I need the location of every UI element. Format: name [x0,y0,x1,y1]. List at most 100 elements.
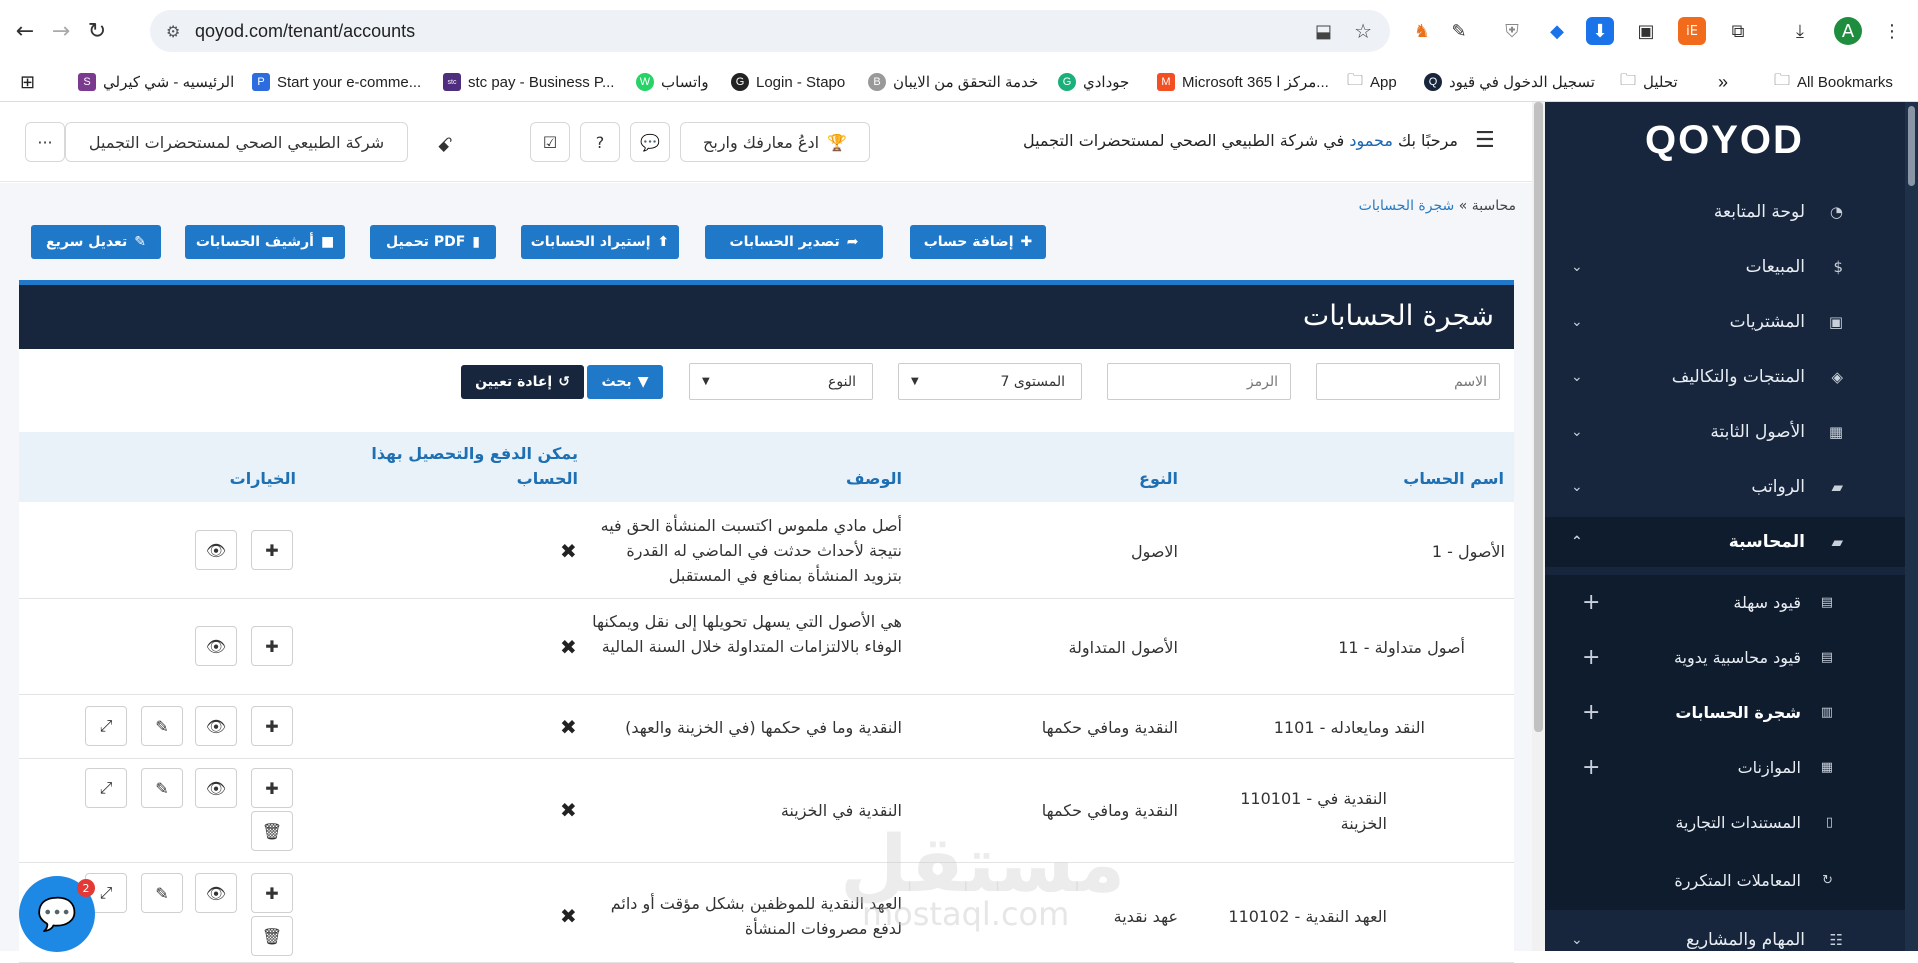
qoyod-logo[interactable]: QOYOD [1645,118,1804,163]
more-button[interactable]: ··· [25,122,65,162]
forward-icon[interactable]: → [44,14,78,48]
account-name[interactable]: 1101 - النقد ومايعادله [1274,715,1425,740]
account-name[interactable]: 110102 - العهد النقدية [1228,904,1387,929]
add-plus-icon[interactable]: + [1582,590,1600,615]
chat-icon[interactable]: 💬 [630,122,670,162]
user-name[interactable]: محمود [1349,131,1393,150]
add-plus-icon[interactable]: + [1582,700,1600,725]
name-filter-input[interactable]: الاسم [1316,363,1500,400]
account-name[interactable]: 11 - أصول متداولة [1338,635,1465,660]
bookmark-item[interactable]: stc stc pay - Business P... [443,70,614,94]
menu-icon[interactable]: ⋮ [1878,17,1906,45]
bookmark-item[interactable]: B خدمة التحقق من الايبان [868,70,1038,94]
puzzle-icon[interactable]: ⧉ [1724,17,1752,45]
view-eye-icon[interactable]: 👁 [195,706,237,746]
scroll-thumb[interactable] [1534,102,1543,732]
code-filter-input[interactable]: الرمز [1107,363,1291,400]
site-info-icon[interactable]: ⚙ [166,22,180,41]
apps-icon[interactable]: ⊞ [20,70,35,94]
edit-pencil-icon[interactable]: ✎ [141,873,183,913]
edit-pencil-icon[interactable]: ✎ [141,706,183,746]
download-ext-icon[interactable]: ⬇ [1586,17,1614,45]
bookmark-folder[interactable]: 🗀 App [1347,70,1397,94]
support-chat-button[interactable]: 💬 2 [19,876,95,952]
level-select[interactable]: المستوى 7 ▼ [898,363,1082,400]
reload-icon[interactable]: ↻ [80,14,114,48]
main-scrollbar[interactable] [1532,102,1545,951]
all-bookmarks[interactable]: 🗀 All Bookmarks [1774,70,1893,94]
expand-icon[interactable]: ⤢ [85,768,127,808]
sidebar-subitem-manual-entries[interactable]: قيود محاسبية يدوية ▤ + [1545,630,1905,685]
sidebar-item-accounting[interactable]: المحاسبة ▰ ⌃ [1545,517,1905,567]
sidebar-item-payroll[interactable]: الرواتب ▰ ⌄ [1545,462,1905,512]
help-icon[interactable]: ? [580,122,620,162]
view-eye-icon[interactable]: 👁 [195,873,237,913]
add-child-button[interactable]: ✚ [251,626,293,666]
sidebar-subitem-commercial-docs[interactable]: المستندات التجارية ▯ [1545,795,1905,850]
add-account-button[interactable]: إضافة حساب ✚ [910,225,1046,259]
view-eye-icon[interactable]: 👁 [195,626,237,666]
add-child-button[interactable]: ✚ [251,530,293,570]
reset-button[interactable]: إعادة تعيين ↺ [461,365,584,399]
sidebar-item-products[interactable]: المنتجات والتكاليف ◈ ⌄ [1545,352,1905,402]
bookmark-item[interactable]: P Start your e-comme... [252,70,421,94]
search-button[interactable]: بحث ▼ [587,365,663,399]
sidebar-item-dashboard[interactable]: لوحة المتابعة ◔ [1545,187,1905,237]
scroll-thumb[interactable] [1908,106,1915,186]
refer-button[interactable]: ادعُ معارفك واربح 🏆 [680,122,870,162]
ie-ext-icon[interactable]: iE [1678,17,1706,45]
account-name[interactable]: 1 - الأصول [1432,539,1505,564]
bookmark-item[interactable]: G جودادي [1058,70,1129,94]
bookmark-item[interactable]: S الرئيسيه - شي كيرلي [78,70,234,94]
sidebar-subitem-simple-entries[interactable]: قيود سهلة ▤ + [1545,575,1905,630]
import-accounts-button[interactable]: إستيراد الحسابات ⬆ [521,225,679,259]
tag-icon[interactable]: ◆ [1543,17,1571,45]
bookmark-item[interactable]: M Microsoft 365 مركز ا... [1157,70,1329,94]
tasks-icon[interactable]: ☑ [530,122,570,162]
star-icon[interactable]: ☆ [1354,19,1372,43]
sidebar-scrollbar[interactable] [1905,102,1918,951]
account-name[interactable]: 110101 - النقدية في الخزينة [1237,786,1387,836]
add-plus-icon[interactable]: + [1582,755,1600,780]
view-eye-icon[interactable]: 👁 [195,530,237,570]
company-selector[interactable]: شركة الطبيعي الصحي لمستحضرات التجميل [65,122,408,162]
sidebar-subitem-chart-of-accounts[interactable]: شجرة الحسابات ▥ + [1545,685,1905,740]
back-icon[interactable]: ← [8,14,42,48]
address-bar[interactable]: ⚙ qoyod.com/tenant/accounts ⬓ ☆ [150,10,1390,52]
archive-accounts-button[interactable]: أرشيف الحسابات ■ [185,225,345,259]
more-bookmarks-icon[interactable]: » [1718,70,1728,94]
breadcrumb-parent[interactable]: محاسبة [1472,198,1516,214]
eyedropper-icon[interactable]: ✎ [1445,17,1473,45]
quick-edit-button[interactable]: تعديل سريع ✎ [31,225,161,259]
view-eye-icon[interactable]: 👁 [195,768,237,808]
add-child-button[interactable]: ✚ [251,706,293,746]
shield-icon[interactable]: ⛨ [1498,17,1526,45]
download-pdf-button[interactable]: تحميل PDF ▮ [370,225,496,259]
install-icon[interactable]: ⬓ [1315,21,1332,42]
bookmark-item[interactable]: W واتساب [636,70,709,94]
hamburger-icon[interactable]: ☰ [1475,128,1495,153]
bookmark-folder[interactable]: 🗀 تحليل [1620,70,1678,94]
add-child-button[interactable]: ✚ [251,768,293,808]
delete-trash-icon[interactable]: 🗑 [251,811,293,851]
sidebar-item-tasks-projects[interactable]: المهام والمشاريع ☷ ⌄ [1545,920,1905,960]
export-accounts-button[interactable]: تصدير الحسابات ➦ [705,225,883,259]
add-child-button[interactable]: ✚ [251,873,293,913]
sidebar-item-fixed-assets[interactable]: الأصول الثابتة ▦ ⌄ [1545,407,1905,457]
sidebar-item-label: لوحة المتابعة [1713,202,1805,222]
delete-trash-icon[interactable]: 🗑 [251,916,293,956]
downloads-icon[interactable]: ⤓ [1786,17,1814,45]
extension-icon[interactable]: ♞ [1408,17,1436,45]
edit-pencil-icon[interactable]: ✎ [141,768,183,808]
sidebar-subitem-recurring[interactable]: المعاملات المتكررة ↻ [1545,850,1905,910]
bookmark-item[interactable]: G Login - Stapo [731,70,845,94]
type-select[interactable]: النوع ▼ [689,363,873,400]
bookmark-item[interactable]: Q تسجيل الدخول في قيود [1424,70,1595,94]
translate-icon[interactable]: ▣ [1632,17,1660,45]
expand-icon[interactable]: ⤢ [85,706,127,746]
add-plus-icon[interactable]: + [1582,645,1600,670]
sidebar-item-sales[interactable]: المبيعات $ ⌄ [1545,242,1905,292]
sidebar-subitem-budgets[interactable]: الموازنات ▦ + [1545,740,1905,795]
avatar[interactable]: A [1834,17,1862,45]
sidebar-item-purchases[interactable]: المشتريات ▣ ⌄ [1545,297,1905,347]
